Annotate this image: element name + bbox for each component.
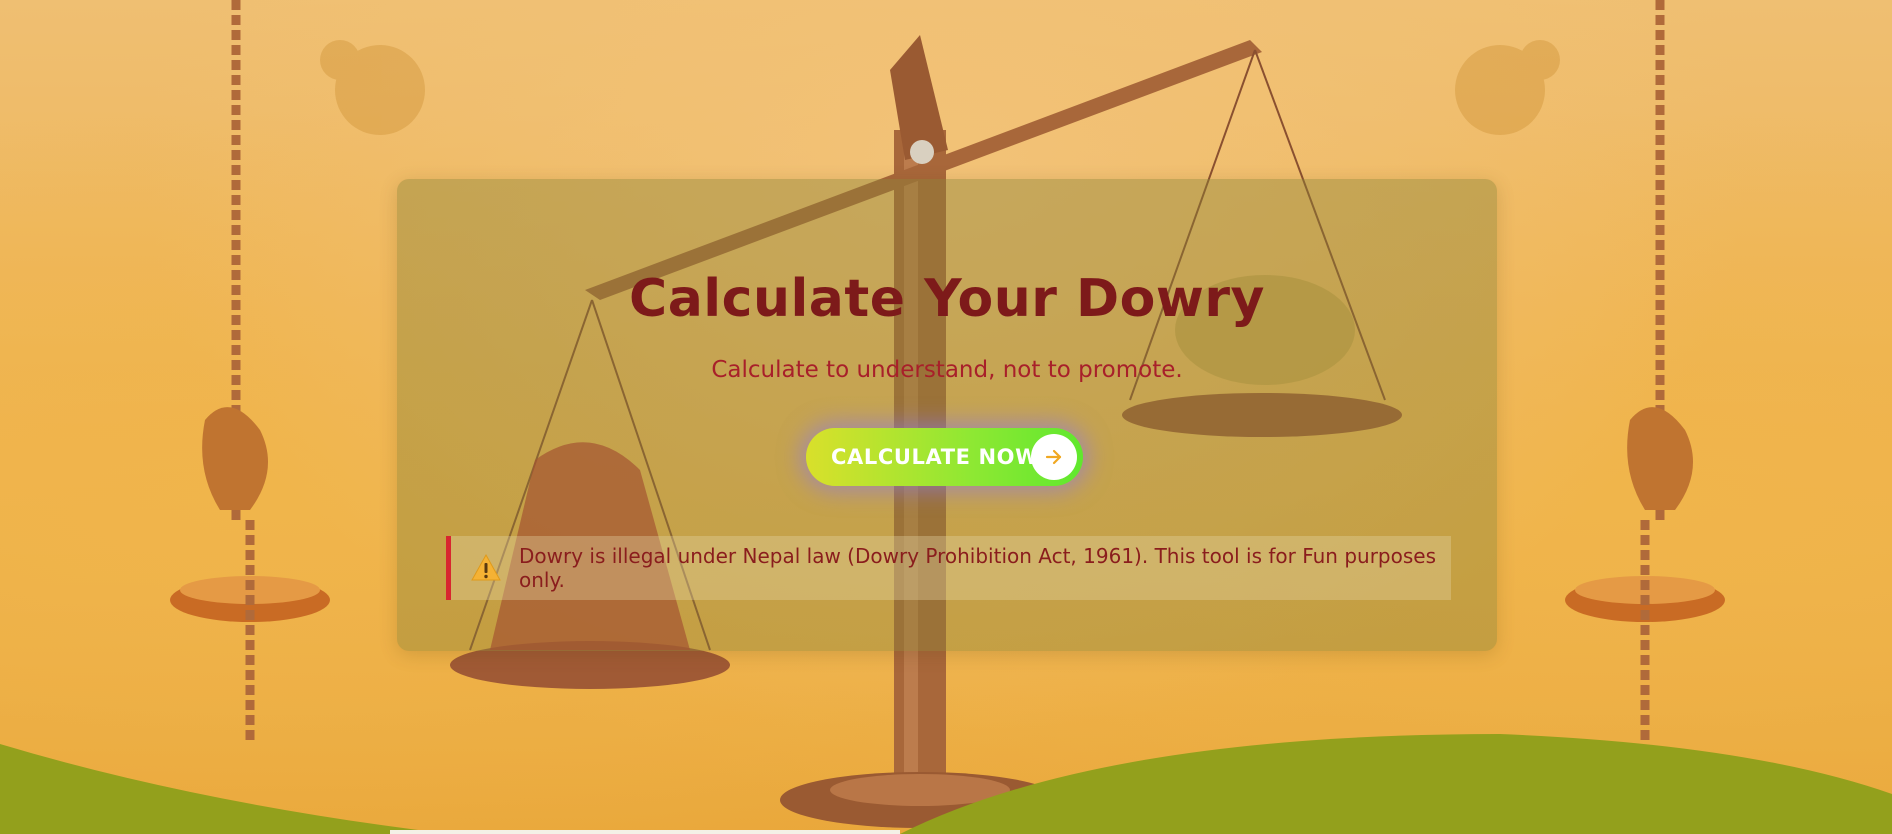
right-lamp: [1565, 0, 1725, 740]
page-subtitle: Calculate to understand, not to promote.: [711, 357, 1183, 383]
left-lamp: [170, 0, 330, 740]
arrow-right-icon: [1031, 434, 1077, 480]
legal-notice: Dowry is illegal under Nepal law (Dowry …: [446, 536, 1451, 600]
hero-card: Calculate Your Dowry Calculate to unders…: [397, 179, 1497, 651]
page-title: Calculate Your Dowry: [629, 269, 1265, 329]
calculate-now-label: CALCULATE NOW: [831, 445, 1039, 469]
warning-icon: [471, 553, 501, 583]
green-hills: [0, 734, 1892, 834]
legal-notice-text: Dowry is illegal under Nepal law (Dowry …: [519, 544, 1437, 592]
calculate-now-button[interactable]: CALCULATE NOW: [806, 428, 1083, 486]
